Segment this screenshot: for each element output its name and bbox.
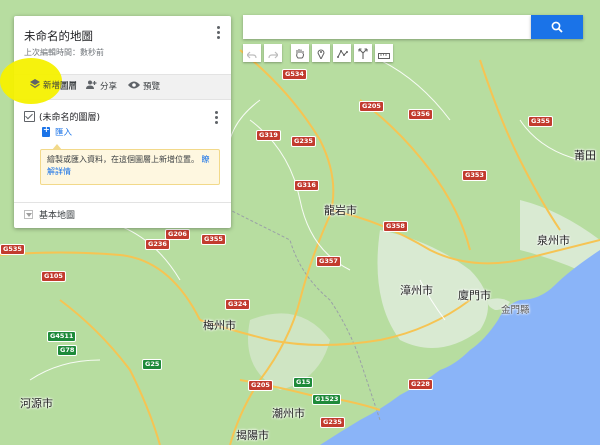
redo-icon: [268, 44, 279, 63]
road-shield: G235: [320, 417, 345, 428]
add-layer-button-overlay[interactable]: 新增圖層: [30, 79, 77, 91]
layer-tooltip: 繪製或匯入資料，在這個圖層上新增位置。 瞭解詳情: [40, 144, 220, 185]
expand-icon[interactable]: [24, 210, 33, 219]
road-shield: G355: [528, 116, 553, 127]
marker-icon: [317, 44, 325, 63]
tooltip-text: 繪製或匯入資料，在這個圖層上新增位置。: [47, 155, 199, 164]
road-shield: G353: [462, 170, 487, 181]
layer-item[interactable]: (未命名的圖層): [24, 110, 100, 123]
city-label: 梅州市: [203, 319, 236, 332]
map-title[interactable]: 未命名的地圖: [24, 28, 93, 44]
directions-button[interactable]: [354, 44, 372, 62]
city-label: 泉州市: [537, 234, 570, 247]
road-shield: G535: [0, 244, 25, 255]
layers-icon: [30, 79, 40, 91]
city-label: 龍岩市: [324, 204, 357, 217]
road-shield: G235: [291, 136, 316, 147]
import-file-icon: [42, 125, 50, 137]
hand-icon: [295, 44, 305, 63]
ruler-icon: [378, 44, 390, 63]
city-label: 金門縣: [501, 305, 530, 316]
map-toolbar: [243, 44, 396, 62]
eye-icon: [128, 81, 140, 92]
city-label: 揭陽市: [236, 429, 269, 442]
road-shield: G228: [408, 379, 433, 390]
redo-button[interactable]: [264, 44, 282, 62]
add-person-icon: [86, 80, 97, 92]
share-label: 分享: [100, 82, 118, 92]
city-label: 河源市: [20, 397, 53, 410]
road-shield: G205: [359, 101, 384, 112]
road-shield: G15: [293, 377, 314, 388]
import-label: 匯入: [55, 128, 73, 138]
base-map-item[interactable]: 基本地圖: [24, 208, 75, 221]
preview-label: 預覽: [143, 82, 161, 92]
road-shield: G534: [282, 69, 307, 80]
road-shield: G355: [201, 234, 226, 245]
road-shield: G205: [248, 380, 273, 391]
import-link[interactable]: 匯入: [42, 125, 73, 138]
city-label: 潮州市: [272, 407, 305, 420]
search-button[interactable]: [531, 15, 583, 39]
layer-visibility-checkbox[interactable]: [24, 111, 35, 122]
city-label: 莆田: [574, 149, 596, 162]
road-shield: G4511: [47, 331, 77, 342]
road-shield: G1523: [312, 394, 342, 405]
search-icon: [551, 18, 563, 37]
road-shield: G316: [294, 180, 319, 191]
undo-icon: [246, 44, 257, 63]
road-shield: G25: [142, 359, 163, 370]
add-layer-label: 新增圖層: [43, 81, 78, 91]
layer-options-icon[interactable]: [213, 111, 219, 126]
share-button[interactable]: 分享: [86, 80, 117, 92]
add-marker-button[interactable]: [312, 44, 330, 62]
road-shield: G319: [256, 130, 281, 141]
select-tool-button[interactable]: [291, 44, 309, 62]
city-label: 漳州市: [400, 284, 433, 297]
map-options-icon[interactable]: [215, 26, 221, 42]
road-shield: G78: [57, 345, 78, 356]
road-shield: G105: [41, 271, 66, 282]
map-panel: 未命名的地圖 上次編輯時間：數秒前 新增圖層 分享 預覽 (未命名的圖層) 匯: [14, 16, 231, 228]
directions-icon: [358, 44, 368, 63]
preview-button[interactable]: 預覽: [128, 80, 160, 92]
undo-button[interactable]: [243, 44, 261, 62]
search-input[interactable]: [243, 15, 531, 39]
city-label: 廈門市: [458, 289, 491, 302]
road-shield: G357: [316, 256, 341, 267]
road-shield: G236: [145, 239, 170, 250]
road-shield: G324: [225, 299, 250, 310]
layer-name[interactable]: (未命名的圖層): [39, 110, 100, 123]
divider: [14, 202, 231, 203]
measure-button[interactable]: [375, 44, 393, 62]
draw-line-button[interactable]: [333, 44, 351, 62]
road-shield: G356: [408, 109, 433, 120]
base-map-label: 基本地圖: [39, 211, 76, 221]
last-edited-text: 上次編輯時間：數秒前: [24, 48, 104, 57]
line-icon: [336, 44, 348, 63]
road-shield: G358: [383, 221, 408, 232]
